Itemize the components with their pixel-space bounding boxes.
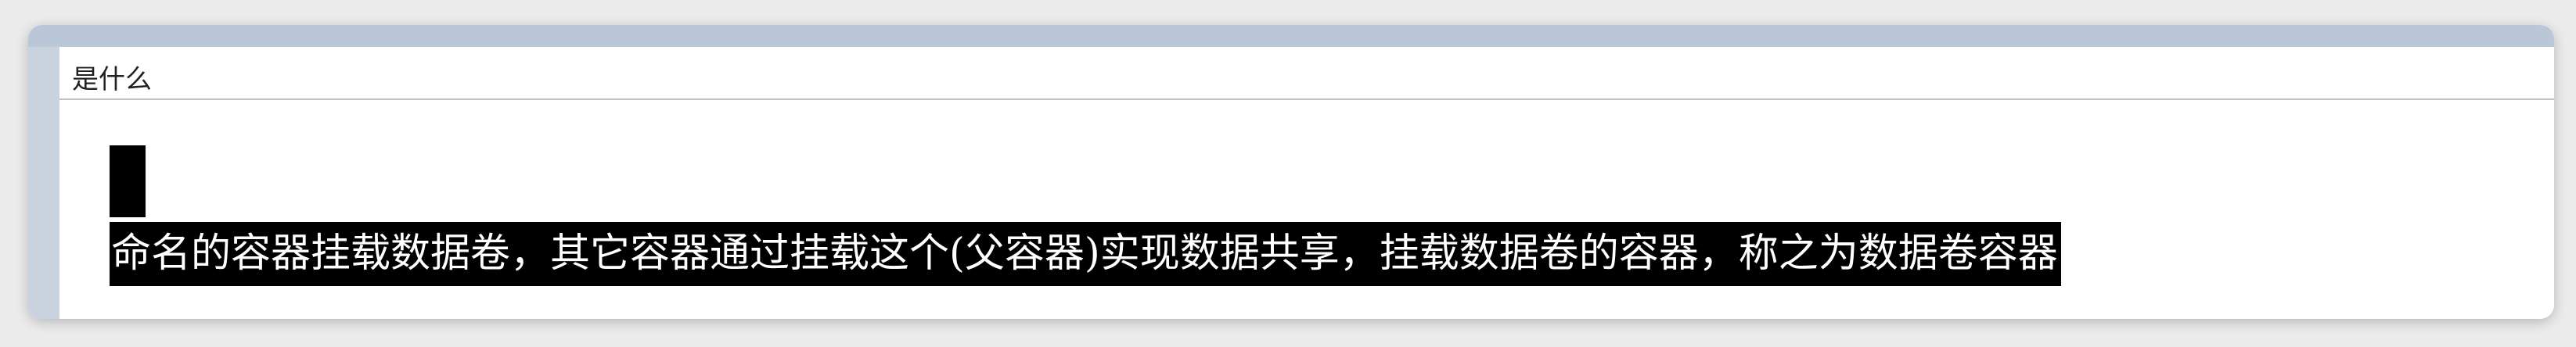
editor-window: 是什么 命名的容器挂载数据卷，其它容器通过挂载这个(父容器)实现数据共享，挂载数… [28,25,2554,319]
text-cursor-block [110,145,146,217]
heading-row: 是什么 [59,47,2554,100]
screenshot-page: 是什么 命名的容器挂载数据卷，其它容器通过挂载这个(父容器)实现数据共享，挂载数… [0,0,2576,347]
left-gutter [28,47,59,319]
window-top-strip [28,25,2554,47]
document-editor[interactable]: 是什么 命名的容器挂载数据卷，其它容器通过挂载这个(父容器)实现数据共享，挂载数… [59,47,2554,319]
selected-text[interactable]: 命名的容器挂载数据卷，其它容器通过挂载这个(父容器)实现数据共享，挂载数据卷的容… [110,222,2061,286]
document-heading: 是什么 [72,64,152,95]
document-content[interactable]: 命名的容器挂载数据卷，其它容器通过挂载这个(父容器)实现数据共享，挂载数据卷的容… [59,100,2554,319]
